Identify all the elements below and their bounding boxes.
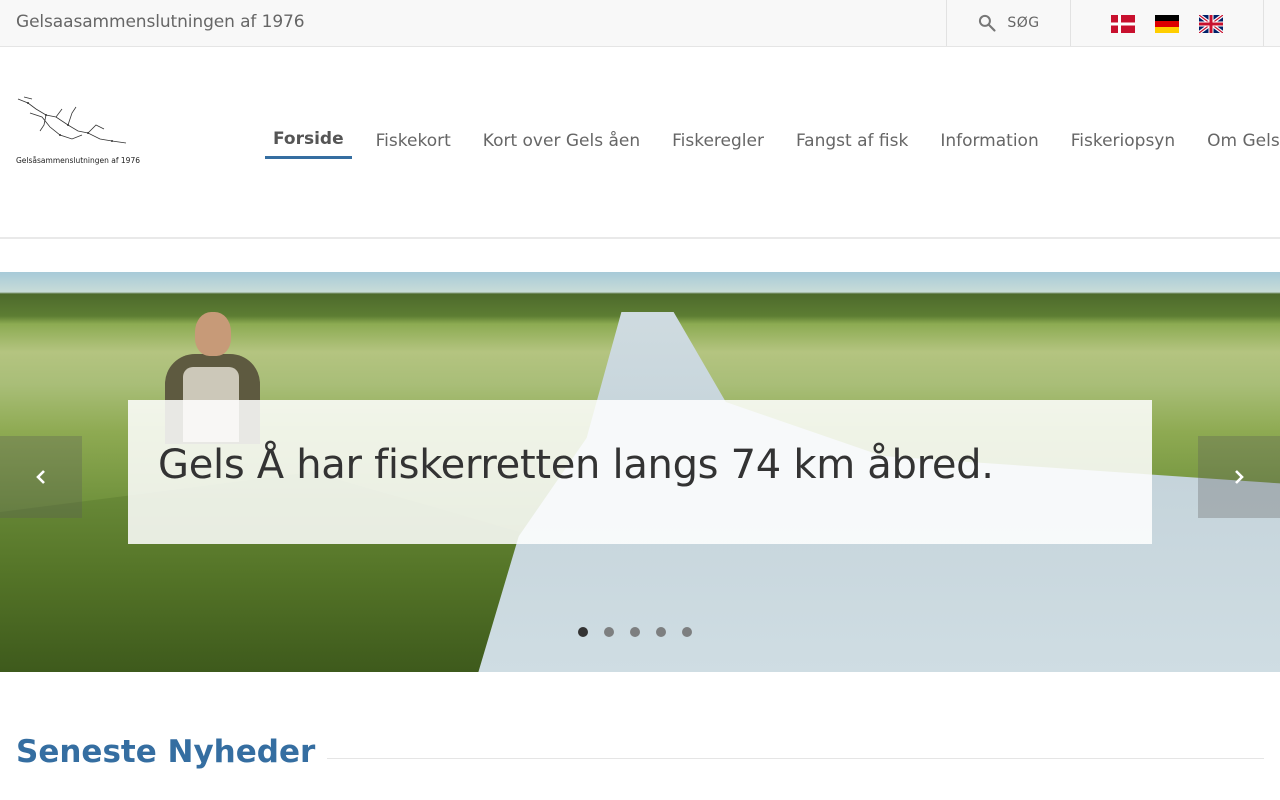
main-navigation: Forside Fiskekort Kort over Gels åen Fis…	[265, 127, 1280, 159]
slider-dot-4[interactable]	[656, 627, 666, 637]
chevron-right-icon	[1235, 470, 1244, 484]
nav-item-forside[interactable]: Forside	[265, 125, 352, 159]
nav-item-fangst-af-fisk[interactable]: Fangst af fisk	[788, 127, 916, 159]
search-button[interactable]: SØG	[946, 0, 1071, 46]
site-header: Gelsåsammenslutningen af 1976 Forside Fi…	[0, 47, 1280, 239]
site-name[interactable]: Gelsaasammenslutningen af 1976	[16, 12, 305, 32]
flag-denmark-icon[interactable]	[1111, 15, 1135, 33]
nav-item-kort-over-gels-aen[interactable]: Kort over Gels åen	[475, 127, 648, 159]
search-icon	[979, 14, 996, 32]
chevron-left-icon	[36, 470, 45, 484]
flag-germany-icon[interactable]	[1155, 15, 1179, 33]
slider-prev-button[interactable]	[0, 436, 82, 518]
slider-dot-5[interactable]	[682, 627, 692, 637]
slide-caption-box: Gels Å har fiskerretten langs 74 km åbre…	[128, 400, 1152, 544]
river-map-logo-icon	[17, 96, 127, 144]
slider-dot-2[interactable]	[604, 627, 614, 637]
slide-caption: Gels Å har fiskerretten langs 74 km åbre…	[158, 442, 994, 488]
slider-dot-3[interactable]	[630, 627, 640, 637]
nav-item-om-gelsaen[interactable]: Om Gelsåen	[1199, 127, 1280, 159]
slider-dots	[578, 627, 692, 637]
slider-next-button[interactable]	[1198, 436, 1280, 518]
logo-caption: Gelsåsammenslutningen af 1976	[16, 156, 140, 165]
news-section-title: Seneste Nyheder	[16, 734, 328, 770]
top-bar: Gelsaasammenslutningen af 1976 SØG	[0, 0, 1280, 47]
search-label: SØG	[1007, 15, 1040, 31]
nav-item-fiskekort[interactable]: Fiskekort	[368, 127, 459, 159]
site-logo[interactable]: Gelsåsammenslutningen af 1976	[16, 95, 140, 165]
hero-slider: Gels Å har fiskerretten langs 74 km åbre…	[0, 272, 1280, 672]
flag-uk-icon[interactable]	[1199, 15, 1223, 33]
nav-item-fiskeregler[interactable]: Fiskeregler	[664, 127, 772, 159]
nav-item-fiskeriopsyn[interactable]: Fiskeriopsyn	[1063, 127, 1183, 159]
slider-dot-1[interactable]	[578, 627, 588, 637]
nav-item-information[interactable]: Information	[932, 127, 1046, 159]
language-switcher	[1071, 0, 1264, 46]
